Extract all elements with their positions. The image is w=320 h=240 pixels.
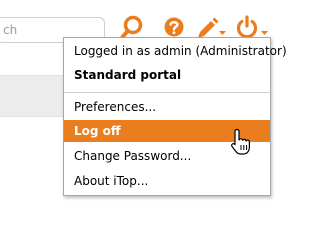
- hand-pointer-icon: [231, 128, 250, 155]
- mouse-cursor: [230, 128, 252, 156]
- user-dropdown-menu: Logged in as admin (Administrator) Stand…: [63, 37, 287, 196]
- chevron-down-icon: [219, 31, 226, 35]
- menu-item-preferences[interactable]: Preferences...: [64, 96, 270, 118]
- chevron-down-icon: [261, 31, 268, 35]
- menu-item-standard-portal[interactable]: Standard portal: [64, 64, 270, 86]
- logged-in-as-label: Logged in as admin (Administrator): [74, 44, 287, 58]
- menu-item-about-itop[interactable]: About iTop...: [64, 170, 270, 192]
- menu-separator: [64, 92, 270, 93]
- content-header-band: [0, 75, 64, 117]
